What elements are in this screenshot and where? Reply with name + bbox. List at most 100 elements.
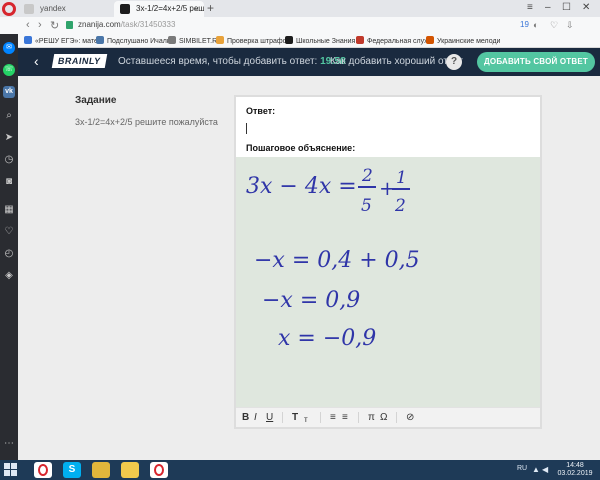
italic-button[interactable]: I — [254, 412, 257, 424]
send-icon[interactable]: ➤ — [3, 132, 15, 144]
tab-znanija[interactable]: 3x-1/2=4x+2/5 решите п × — [114, 1, 204, 17]
hw-line1-left: 3x − 4x = — [246, 174, 357, 199]
maximize-icon[interactable]: ☐ — [562, 2, 571, 13]
messenger-icon[interactable]: ✉ — [3, 42, 15, 54]
taskbar-app-icon[interactable] — [92, 462, 110, 478]
tab-yandex[interactable]: yandex — [18, 1, 118, 17]
clock-icon[interactable]: ◷ — [3, 154, 15, 166]
bullet-list-button[interactable]: ≡ — [342, 412, 348, 424]
clock-date: 03.02.2019 — [557, 470, 593, 477]
language-indicator[interactable]: RU — [517, 465, 527, 472]
windows-taskbar: S RU ▲ ◀ 14:48 03.02.2019 — [0, 460, 600, 480]
back-arrow-icon[interactable]: ‹ — [34, 53, 39, 69]
hw-fraction1-den: 5 — [361, 196, 372, 216]
opera-logo-icon[interactable] — [2, 2, 16, 16]
omega-symbol-button[interactable]: Ω — [380, 412, 387, 424]
ordered-list-button[interactable]: ≡ — [330, 412, 336, 424]
taskbar-opera-icon[interactable] — [150, 462, 168, 478]
back-nav-icon[interactable]: ‹ — [26, 19, 30, 31]
bookmark-item[interactable]: Проверка штрафов — [216, 36, 290, 45]
timer-prefix: Оставшееся время, чтобы добавить ответ: — [118, 56, 318, 67]
tray-arrow-icon[interactable]: ▲ — [532, 465, 540, 474]
opera-sidebar: ✉ ☏ vk ⌕ ➤ ◷ ◙ ▦ ♡ ◴ ◈ ⋯ — [0, 34, 18, 460]
text-large-button[interactable]: T — [292, 412, 298, 424]
handwritten-solution-photo: 3x − 4x = 2 5 + 1 2 −x = 0,4 + 0,5 −x = … — [236, 157, 540, 407]
clock-time: 14:48 — [566, 462, 584, 469]
lock-icon — [66, 21, 73, 29]
underline-button[interactable]: U — [266, 412, 273, 424]
extensions-icon[interactable]: ◈ — [3, 270, 15, 282]
vk-icon[interactable]: vk — [3, 86, 15, 98]
heart-icon[interactable]: ♡ — [550, 20, 558, 31]
tab-menu-icon[interactable]: ≡ — [527, 2, 533, 13]
editor-toolbar: B I U T т ≡ ≡ π Ω ⊘ — [236, 407, 540, 427]
new-tab-button[interactable]: + — [207, 1, 214, 15]
bookmark-item[interactable]: Школьные Знания.c — [285, 36, 361, 45]
close-tab-icon[interactable]: × — [194, 4, 199, 14]
bookmark-favicon-icon — [96, 36, 104, 44]
bookmark-item[interactable]: Федеральная служб — [356, 36, 433, 45]
bookmark-item[interactable]: Подслушано Ичалки — [96, 36, 174, 45]
tab-strip: yandex 3x-1/2=4x+2/5 решите п × + ≡ – ☐ … — [0, 0, 600, 17]
brainly-header: ‹ BRAINLY Оставшееся время, чтобы добави… — [18, 48, 600, 76]
explanation-label: Пошаговое объяснение: — [246, 143, 356, 153]
hw-line3: −x = 0,9 — [262, 288, 360, 313]
pi-symbol-button[interactable]: π — [368, 412, 375, 424]
notification-count[interactable]: 19 — [520, 20, 529, 29]
toolbar-divider — [282, 412, 283, 423]
forward-nav-icon[interactable]: › — [38, 19, 42, 31]
taskbar-clock[interactable]: 14:48 03.02.2019 — [557, 462, 593, 478]
bookmark-favicon-icon — [356, 36, 364, 44]
reload-icon[interactable]: ↻ — [50, 19, 59, 32]
bold-button[interactable]: B — [242, 412, 249, 424]
url-field[interactable]: znanija.com/task/31450333 — [62, 19, 522, 32]
tab-favicon-icon — [120, 4, 130, 14]
download-icon[interactable]: ⇩ — [566, 20, 574, 31]
attach-icon[interactable]: ⊘ — [406, 412, 414, 424]
minimize-icon[interactable]: – — [545, 2, 551, 13]
timer-label: Оставшееся время, чтобы добавить ответ: … — [118, 56, 346, 67]
answer-label: Ответ: — [246, 106, 276, 116]
bookmarks-bar: «РЕШУ ЕГЭ»: матем Подслушано Ичалки SIMB… — [0, 34, 600, 48]
search-icon[interactable]: ⌕ — [3, 110, 15, 122]
bookmark-favicon-icon — [168, 36, 176, 44]
volume-icon[interactable]: ◀ — [542, 465, 548, 474]
tab-title: yandex — [40, 4, 66, 13]
bookmark-item[interactable]: SIMBILET.RU — [168, 36, 222, 45]
camera-icon[interactable]: ◙ — [3, 176, 15, 188]
toolbar-divider — [358, 412, 359, 423]
bookmark-item[interactable]: «РЕШУ ЕГЭ»: матем — [24, 36, 103, 45]
taskbar-skype-icon[interactable]: S — [63, 462, 81, 478]
taskbar-opera-icon[interactable] — [34, 462, 52, 478]
history-icon[interactable]: ◴ — [3, 248, 15, 260]
address-bar: ‹ › ↻ znanija.com/task/31450333 — [0, 17, 600, 34]
add-answer-button[interactable]: ДОБАВИТЬ СВОЙ ОТВЕТ — [477, 52, 595, 72]
whatsapp-icon[interactable]: ☏ — [3, 64, 15, 76]
heart-icon[interactable]: ♡ — [3, 226, 15, 238]
close-window-icon[interactable]: ✕ — [582, 2, 590, 13]
windows-start-icon[interactable] — [4, 463, 18, 477]
howto-link[interactable]: Как добавить хороший ответ — [330, 56, 463, 67]
hw-fraction2-num: 1 — [396, 168, 407, 188]
url-domain: znanija.com — [78, 20, 121, 29]
more-icon[interactable]: ⋯ — [3, 438, 15, 450]
hw-fraction1-num: 2 — [361, 166, 373, 186]
toolbar-divider — [320, 412, 321, 423]
bookmark-favicon-icon — [216, 36, 224, 44]
answer-editor[interactable]: Ответ: Пошаговое объяснение: 3x − 4x = 2… — [234, 95, 542, 429]
help-icon[interactable]: ? — [446, 54, 462, 70]
tab-favicon-icon — [24, 4, 34, 14]
handwriting-svg: 3x − 4x = 2 5 + 1 2 −x = 0,4 + 0,5 −x = … — [246, 166, 420, 351]
text-caret — [246, 123, 247, 134]
grid-icon[interactable]: ▦ — [3, 204, 15, 216]
taskbar-folder-icon[interactable] — [121, 462, 139, 478]
brainly-logo[interactable]: BRAINLY — [51, 54, 107, 68]
text-small-button[interactable]: т — [304, 414, 308, 426]
hw-fraction2-den: 2 — [394, 196, 406, 216]
url-text: znanija.com/task/31450333 — [78, 20, 175, 29]
toolbar-divider — [396, 412, 397, 423]
bookmark-item[interactable]: Украинские мелоди — [426, 36, 500, 45]
bookmark-favicon-icon — [426, 36, 434, 44]
adblock-icon[interactable]: ◐ — [533, 20, 538, 30]
url-path: /task/31450333 — [120, 20, 176, 29]
